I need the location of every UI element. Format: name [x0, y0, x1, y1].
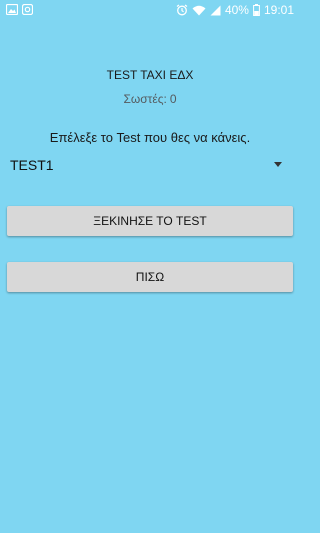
alarm-icon	[176, 4, 188, 16]
signal-icon	[210, 5, 221, 16]
score-display: Σωστές: 0	[0, 92, 300, 106]
back-button[interactable]: ΠΙΣΩ	[7, 262, 293, 292]
page-title: TEST TAXI ΕΔΧ	[106, 68, 194, 82]
clock: 19:01	[263, 3, 294, 17]
notification-app-icon	[22, 4, 33, 15]
battery-icon	[253, 4, 260, 16]
start-test-button[interactable]: ΞΕΚΙΝΗΣΕ ΤΟ TEST	[7, 206, 293, 236]
wifi-icon	[192, 5, 206, 16]
status-left-icons	[6, 4, 33, 15]
instruction-text: Επέλεξε το Test που θες να κάνεις.	[49, 130, 251, 145]
score-value: 0	[169, 92, 177, 106]
image-icon	[6, 4, 18, 15]
dropdown-selected-value: TEST1	[10, 157, 54, 173]
dropdown-arrow-icon	[274, 162, 282, 167]
battery-percent: 40%	[224, 3, 249, 17]
score-label: Σωστές:	[123, 92, 167, 106]
test-selector-dropdown[interactable]: TEST1	[6, 150, 294, 180]
status-bar: 40% 19:01	[0, 0, 300, 22]
status-right-icons: 40% 19:01	[176, 3, 294, 17]
